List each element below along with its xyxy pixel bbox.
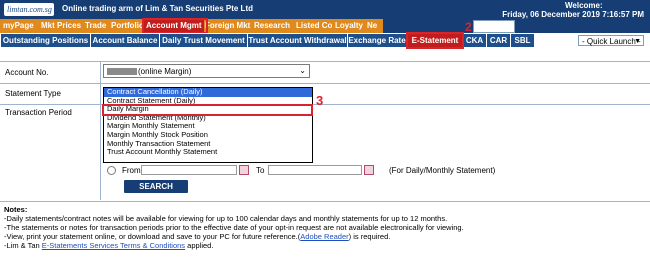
top-header: limtan.com.sg Online trading arm of Lim …	[0, 0, 650, 19]
note-line-4: -Lim & Tan E-Statements Services Terms &…	[4, 241, 464, 250]
note-line-4-pre: -Lim & Tan	[4, 241, 42, 250]
nav-foreign-mkt[interactable]: Foreign Mkt	[205, 19, 250, 33]
nav-trade[interactable]: Trade	[85, 19, 106, 33]
note-line-3-pre: -View, print your statement online, or d…	[4, 232, 301, 241]
form-divider	[100, 61, 101, 200]
tab-account-balance[interactable]: Account Balance	[91, 34, 159, 47]
nav-loyalty[interactable]: Loyalty	[335, 19, 363, 33]
calendar-icon[interactable]	[239, 165, 249, 175]
main-nav: myPage Mkt Prices Trade Portfolio Accoun…	[0, 19, 650, 33]
annotation-3: 3	[316, 93, 324, 108]
quick-launch-label: - Quick Launch -	[582, 37, 641, 46]
nav-mkt-prices[interactable]: Mkt Prices	[41, 19, 81, 33]
note-line-3: -View, print your statement online, or d…	[4, 232, 464, 241]
notes-title: Notes:	[4, 205, 28, 214]
row-divider-1	[0, 83, 650, 84]
highlight-daily-margin	[102, 104, 313, 116]
search-button[interactable]: SEARCH	[124, 180, 188, 193]
terms-conditions-link[interactable]: E-Statements Services Terms & Conditions	[42, 241, 185, 250]
calendar-icon[interactable]	[364, 165, 374, 175]
nav-portfolio[interactable]: Portfolio	[111, 19, 144, 33]
tab-trust-account-withdrawal[interactable]: Trust Account Withdrawal	[248, 34, 347, 47]
transaction-period-label: Transaction Period	[5, 108, 72, 117]
adobe-reader-link[interactable]: Adobe Reader	[300, 232, 348, 241]
from-label: From	[122, 166, 141, 175]
limtan-logo[interactable]: limtan.com.sg	[4, 3, 54, 16]
tab-outstanding-positions[interactable]: Outstanding Positions	[1, 34, 90, 47]
welcome-label: Welcome:	[565, 1, 603, 10]
tab-cka[interactable]: CKA	[463, 34, 486, 47]
highlight-account-mgmt	[142, 18, 208, 34]
account-type-text: (online Margin)	[138, 67, 192, 76]
quick-launch-select[interactable]: - Quick Launch - ▼	[578, 35, 644, 46]
main-nav-right	[383, 19, 650, 33]
date-time: Friday, 06 December 2019 7:16:57 PM	[502, 10, 644, 19]
note-line-2: -The statements or notes for transaction…	[4, 223, 464, 232]
from-date-input[interactable]	[141, 165, 237, 175]
nav-research[interactable]: Research	[254, 19, 290, 33]
statement-type-label: Statement Type	[5, 89, 61, 98]
to-label: To	[256, 166, 265, 175]
highlight-e-statement	[406, 32, 464, 49]
nav-more[interactable]: Ne	[367, 19, 377, 33]
tab-exchange-rate[interactable]: Exchange Rate	[348, 34, 406, 47]
tab-car[interactable]: CAR	[487, 34, 510, 47]
to-date-input[interactable]	[268, 165, 362, 175]
account-number-redacted	[107, 68, 137, 75]
sub-nav: Outstanding Positions Account Balance Da…	[0, 33, 650, 48]
notes-section: Notes: -Daily statements/contract notes …	[4, 205, 464, 250]
tagline: Online trading arm of Lim & Tan Securiti…	[62, 4, 253, 13]
period-hint: (For Daily/Monthly Statement)	[389, 166, 496, 175]
tab-daily-trust-movement[interactable]: Daily Trust Movement	[160, 34, 247, 47]
logo-text: limtan.com.sg	[7, 5, 52, 14]
chevron-down-icon: ▼	[634, 38, 641, 45]
statement-type-dropdown[interactable]: Contract Cancellation (Daily) Contract S…	[103, 87, 313, 163]
period-radio[interactable]	[107, 166, 116, 175]
nav-listed-co[interactable]: Listed Co	[296, 19, 332, 33]
chevron-down-icon: ⌄	[299, 66, 306, 75]
note-line-4-post: applied.	[185, 241, 214, 250]
note-line-1: -Daily statements/contract notes will be…	[4, 214, 448, 223]
row-divider-2	[0, 104, 650, 105]
tab-sbl[interactable]: SBL	[511, 34, 534, 47]
option-trust-account-monthly-statement[interactable]: Trust Account Monthly Statement	[104, 148, 312, 157]
account-select[interactable]: (online Margin) ⌄	[103, 64, 310, 78]
annotation-2: 2	[465, 20, 472, 34]
mini-select[interactable]	[473, 20, 515, 33]
account-no-label: Account No.	[5, 68, 49, 77]
note-line-3-post: ) is required.	[348, 232, 391, 241]
nav-mypage[interactable]: myPage	[3, 19, 34, 33]
